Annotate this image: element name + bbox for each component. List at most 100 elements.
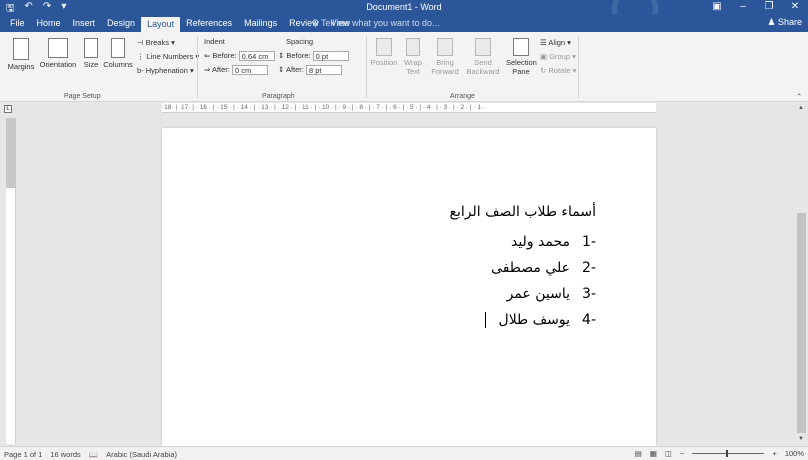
word-count[interactable]: 16 words — [50, 450, 80, 459]
share-button[interactable]: ♟ Share — [767, 17, 802, 28]
breaks-icon: ⊣ — [137, 38, 144, 47]
rotate-button[interactable]: ↻ Rotate ▾ — [540, 66, 576, 75]
page-count[interactable]: Page 1 of 1 — [4, 450, 42, 459]
size-button[interactable]: Size — [80, 38, 102, 69]
send-backward-label: Send Backward — [466, 58, 500, 76]
wrap-text-button[interactable]: Wrap Text — [400, 38, 426, 76]
selection-pane-icon — [513, 38, 529, 56]
zoom-level[interactable]: 100% — [785, 449, 804, 458]
size-icon — [84, 38, 98, 58]
group-separator — [366, 36, 367, 98]
restore-icon[interactable]: ❐ — [756, 0, 782, 14]
tab-mailings[interactable]: Mailings — [238, 17, 283, 32]
group-button[interactable]: ▣ Group ▾ — [540, 52, 576, 61]
spacing-label: Spacing — [286, 37, 314, 46]
tab-references[interactable]: References — [180, 17, 238, 32]
close-icon[interactable]: ✕ — [782, 0, 808, 14]
rotate-icon: ↻ — [540, 66, 547, 75]
collapse-ribbon-icon[interactable]: ⌃ — [796, 92, 802, 101]
spacing-before-row: ⇕ Before: 0 pt — [278, 51, 349, 62]
share-label: Share — [777, 17, 802, 27]
send-backward-button[interactable]: Send Backward — [464, 38, 502, 76]
scroll-down-icon[interactable]: ▼ — [796, 436, 806, 444]
spacing-before-icon: ⇕ — [278, 51, 285, 60]
indent-before-row: ⇐ Before: 0.64 cm — [204, 51, 275, 62]
align-label: Align — [548, 38, 566, 47]
zoom-slider[interactable] — [692, 450, 765, 457]
columns-label: Columns — [103, 60, 133, 69]
line-numbers-button[interactable]: ⋮ Line Numbers ▾ — [137, 52, 199, 61]
spacing-before-input[interactable]: 0 pt — [312, 51, 349, 62]
position-button[interactable]: Position — [370, 38, 398, 67]
indent-after-icon: ⇒ — [204, 65, 211, 74]
tab-selector[interactable]: L — [4, 105, 12, 113]
list-item: -3 ياسين عمر — [507, 286, 596, 302]
bring-forward-button[interactable]: Bring Forward — [428, 38, 462, 76]
indent-after-row: ⇒ After: 0 cm — [204, 65, 268, 76]
orientation-icon — [48, 38, 68, 58]
tell-me-text: Tell me what you want to do... — [320, 18, 440, 28]
vertical-ruler-margin — [6, 118, 16, 188]
size-label: Size — [83, 60, 99, 69]
ribbon-tab-bar: File Home Insert Design Layout Reference… — [0, 14, 808, 32]
tab-insert[interactable]: Insert — [67, 17, 102, 32]
person-icon: ♟ — [767, 17, 776, 27]
print-layout-icon[interactable]: ▦ — [650, 449, 657, 458]
tab-design[interactable]: Design — [101, 17, 141, 32]
orientation-button[interactable]: Orientation — [38, 38, 78, 69]
group-icon: ▣ — [540, 52, 548, 61]
orientation-label: Orientation — [39, 60, 77, 69]
spacing-after-input[interactable]: 8 pt — [306, 65, 342, 76]
hyphenation-button[interactable]: b‐ Hyphenation ▾ — [137, 66, 194, 75]
minimize-icon[interactable]: – — [730, 0, 756, 14]
margins-button[interactable]: Margins — [6, 38, 36, 71]
list-text: محمد وليد — [510, 234, 571, 250]
tell-me-search[interactable]: ⚲ Tell me what you want to do... — [312, 18, 440, 29]
line-numbers-icon: ⋮ — [137, 52, 145, 61]
hyphenation-icon: b‐ — [137, 66, 144, 75]
indent-before-icon: ⇐ — [204, 51, 211, 60]
vertical-scrollbar[interactable]: ▲ ▼ — [794, 103, 808, 446]
document-heading: أسماء طلاب الصف الرابع — [449, 204, 597, 220]
list-item: -4 يوسف طلال — [484, 312, 596, 328]
indent-after-label: After: — [211, 65, 230, 74]
align-button[interactable]: ☰ Align ▾ — [540, 38, 571, 47]
list-text: ياسين عمر — [506, 286, 571, 302]
zoom-in-icon[interactable]: + — [772, 449, 776, 458]
wrap-text-label: Wrap Text — [404, 58, 422, 76]
scroll-thumb[interactable] — [797, 213, 806, 433]
vertical-ruler[interactable] — [6, 118, 16, 444]
language-status[interactable]: Arabic (Saudi Arabia) — [106, 450, 177, 459]
tab-home[interactable]: Home — [31, 17, 67, 32]
group-separator — [578, 36, 579, 98]
zoom-slider-thumb[interactable] — [726, 450, 729, 457]
zoom-out-icon[interactable]: − — [680, 449, 684, 458]
window-controls: ▣ – ❐ ✕ — [704, 0, 808, 14]
tab-layout[interactable]: Layout — [141, 17, 181, 32]
group-label: Group — [549, 52, 571, 61]
columns-button[interactable]: Columns — [102, 38, 134, 69]
indent-before-input[interactable]: 0.64 cm — [238, 51, 275, 62]
ribbon-options-icon[interactable]: ▣ — [704, 0, 730, 14]
selection-pane-button[interactable]: Selection Pane — [506, 38, 537, 76]
breaks-button[interactable]: ⊣ Breaks ▾ — [137, 38, 175, 47]
tab-file[interactable]: File — [4, 17, 31, 32]
document-page[interactable]: أسماء طلاب الصف الرابع -1 محمد وليد -2 علي… — [162, 128, 656, 446]
text-cursor — [484, 312, 486, 328]
bring-forward-icon — [437, 38, 453, 56]
ribbon: Margins Orientation Size Columns ⊣ Break… — [0, 32, 808, 102]
send-backward-icon — [475, 38, 491, 56]
title-bar: 🖫 ↶ ↷ ▾ Document1 - Word ▣ – ❐ ✕ — [0, 0, 808, 32]
scroll-up-icon[interactable]: ▲ — [796, 105, 806, 113]
horizontal-ruler[interactable]: ·18· | ·17· | · 16 · | · 15 · | · 14 · |… — [162, 103, 656, 113]
page-setup-group-label: Page Setup — [64, 93, 101, 100]
web-layout-icon[interactable]: ◫ — [665, 449, 672, 458]
status-bar: Page 1 of 1 16 words 📖 Arabic (Saudi Ara… — [0, 446, 808, 460]
indent-label: Indent — [204, 37, 225, 46]
wrap-text-icon — [406, 38, 420, 56]
indent-after-input[interactable]: 0 cm — [232, 65, 268, 76]
lightbulb-icon: ⚲ — [312, 18, 319, 28]
read-mode-icon[interactable]: ▤ — [635, 449, 642, 458]
window-title: Document1 - Word — [366, 2, 442, 12]
proofing-icon[interactable]: 📖 — [89, 450, 98, 459]
